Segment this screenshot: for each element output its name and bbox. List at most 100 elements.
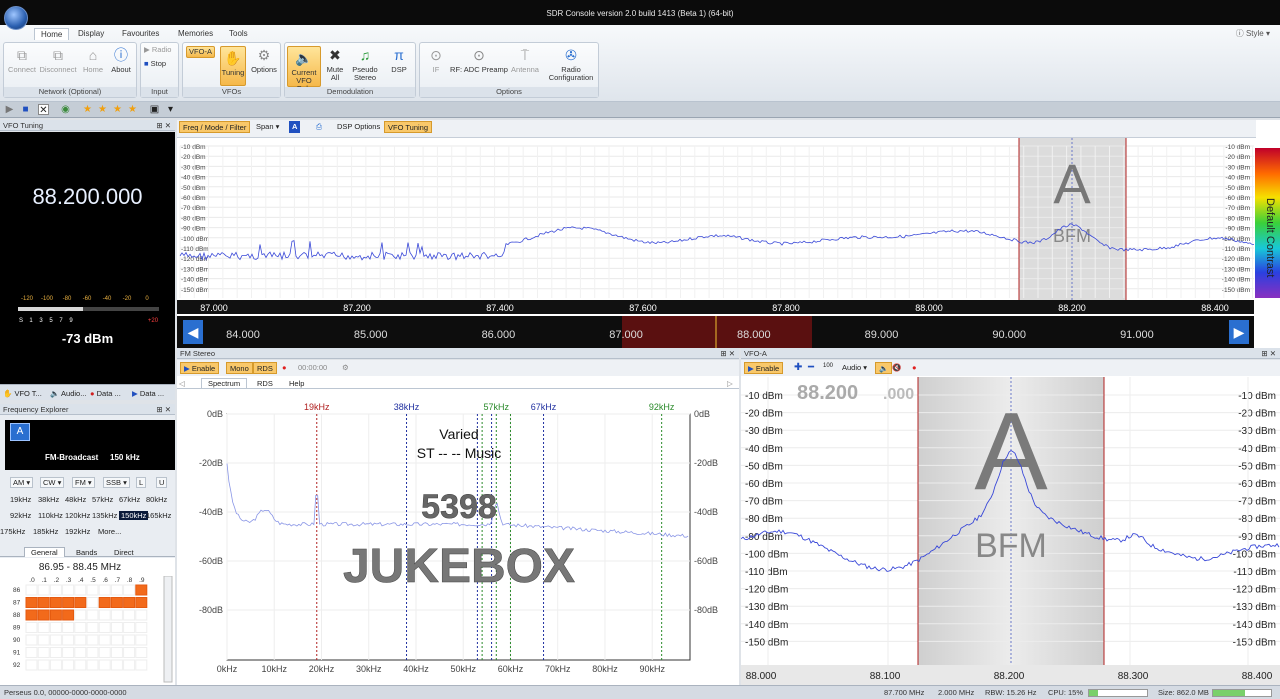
filter-135kHz[interactable]: 135kHz bbox=[92, 511, 117, 520]
mode-button-cw[interactable]: CW ▾ bbox=[40, 477, 65, 488]
filter-150kHz[interactable]: 150kHz bbox=[119, 511, 149, 520]
mute-icon[interactable]: 🔇 bbox=[889, 362, 904, 374]
tab-home[interactable]: Home bbox=[34, 28, 70, 40]
tab-spectrum[interactable]: Spectrum bbox=[201, 378, 248, 388]
tab-bands[interactable]: Bands bbox=[76, 548, 97, 557]
grid-cell bbox=[74, 622, 87, 633]
style-menu[interactable]: ⓘ Style ▾ bbox=[1236, 28, 1270, 39]
mpx-spectrum[interactable]: 0dB 0dB -20dB -20dB -40dB -40dB -60dB -60dB -80d… bbox=[177, 390, 739, 685]
home-button[interactable]: ⌂ Home bbox=[81, 46, 105, 74]
pin-close-icon[interactable]: ⊞ ✕ bbox=[156, 121, 171, 130]
rds-button[interactable]: RDS bbox=[253, 362, 277, 374]
vfo-frequency[interactable]: 88.200.000 bbox=[0, 184, 175, 210]
tab-display[interactable]: Display bbox=[72, 28, 110, 40]
tab-tools[interactable]: Tools bbox=[223, 28, 254, 40]
vfoa-enable-button[interactable]: ▶ Enable bbox=[744, 362, 784, 374]
settings-icon[interactable]: ⚙ bbox=[339, 362, 352, 374]
close-icon[interactable]: ✕ bbox=[38, 104, 49, 116]
filter-185kHz[interactable]: 185kHz bbox=[33, 527, 58, 536]
tab-direct[interactable]: Direct bbox=[114, 548, 134, 557]
vfo-tuning-button[interactable]: VFO Tuning bbox=[384, 121, 433, 133]
span-button[interactable]: Span ▾ bbox=[253, 121, 282, 133]
vfoa-spectrum[interactable]: -10 dBm -10 dBm -20 dBm -20 dBm -30 dBm -30 d… bbox=[741, 377, 1280, 685]
filter-More[interactable]: More... bbox=[98, 527, 121, 536]
filter-165kHz[interactable]: 165kHz bbox=[146, 511, 171, 520]
vfo-mode: BFM bbox=[1053, 226, 1091, 246]
vfo-options-button[interactable]: ⚙ Options bbox=[249, 46, 279, 74]
stop-button[interactable]: ■ Stop bbox=[144, 60, 178, 68]
auto-scale-icon[interactable]: A bbox=[289, 121, 301, 133]
mode-button-ssb[interactable]: SSB ▾ bbox=[103, 477, 130, 488]
record-icon[interactable]: ● bbox=[279, 362, 290, 374]
dsp-button[interactable]: π DSP bbox=[385, 46, 413, 74]
band-occupancy-grid[interactable]: .0 .1 .2 .3 .4 .5 .6 .7 .8 .9 86 87 88 89 90 91 92 bbox=[0, 576, 175, 684]
pin-close-icon[interactable]: ⊞ ✕ bbox=[1261, 349, 1276, 358]
mode-button-l[interactable]: L bbox=[136, 477, 147, 488]
tab-vfo-tuning[interactable]: ✋ VFO T... bbox=[3, 389, 42, 398]
mono-button[interactable]: Mono bbox=[226, 362, 253, 374]
filter-110kHz[interactable]: 110kHz bbox=[38, 511, 63, 520]
radio-config-button[interactable]: ✇ Radio Configuration bbox=[544, 46, 598, 82]
pin-close-icon[interactable]: ⊞ ✕ bbox=[156, 405, 171, 414]
grid-cell bbox=[62, 634, 75, 646]
tab-data-2[interactable]: ▶ Data ... bbox=[132, 389, 164, 398]
star-icon[interactable]: ★ bbox=[112, 104, 123, 115]
star-icon[interactable]: ★ bbox=[127, 104, 138, 115]
star-icon[interactable]: ★ bbox=[97, 104, 108, 115]
star-icon[interactable]: ★ bbox=[82, 104, 93, 115]
pin-close-icon[interactable]: ⊞ ✕ bbox=[720, 349, 735, 358]
filter-92kHz[interactable]: 92kHz bbox=[10, 511, 31, 520]
app-menu-orb[interactable] bbox=[4, 6, 28, 30]
filter-19kHz[interactable]: 19kHz bbox=[10, 495, 31, 504]
antenna-button[interactable]: ⍑ Antenna bbox=[508, 46, 542, 74]
filter-38kHz[interactable]: 38kHz bbox=[38, 495, 59, 504]
print-icon[interactable]: ⎙ bbox=[313, 121, 325, 133]
filter-57kHz[interactable]: 57kHz bbox=[92, 495, 113, 504]
chevron-left-icon[interactable]: ◁ bbox=[179, 379, 185, 388]
connect-button[interactable]: ⧉ Connect bbox=[7, 46, 37, 74]
grid-cell bbox=[98, 622, 111, 633]
zoom-out-icon[interactable]: ━ bbox=[805, 361, 817, 373]
current-vfo-button[interactable]: 🔈Current VFO Only bbox=[287, 46, 321, 93]
zoom-in-icon[interactable]: ✚ bbox=[791, 361, 805, 373]
tab-rds[interactable]: RDS bbox=[257, 379, 273, 388]
tab-data-1[interactable]: ● Data ... bbox=[90, 389, 121, 398]
filter-48kHz[interactable]: 48kHz bbox=[65, 495, 86, 504]
radio-button[interactable]: ▶ Radio bbox=[144, 46, 178, 54]
filter-67kHz[interactable]: 67kHz bbox=[119, 495, 140, 504]
record-icon[interactable]: ◉ bbox=[60, 104, 71, 115]
camera-icon[interactable]: ▣ bbox=[149, 104, 160, 115]
chevron-right-icon[interactable]: ▷ bbox=[727, 379, 733, 388]
chevron-down-icon[interactable]: ▾ bbox=[165, 104, 176, 115]
stop-icon[interactable]: ■ bbox=[20, 104, 31, 115]
tab-audio[interactable]: 🔈 Audio... bbox=[50, 389, 86, 398]
mute-all-button[interactable]: ✖ Mute All bbox=[323, 46, 347, 82]
tab-help[interactable]: Help bbox=[289, 379, 304, 388]
play-icon[interactable]: ▶ bbox=[4, 104, 15, 115]
rf-preamp-button[interactable]: ⊙ RF: ADC Preamp bbox=[450, 46, 508, 74]
tab-favourites[interactable]: Favourites bbox=[116, 28, 165, 40]
tab-general[interactable]: General bbox=[24, 547, 65, 557]
dsp-options-button[interactable]: DSP Options bbox=[334, 121, 383, 133]
record-icon[interactable]: ● bbox=[909, 362, 920, 374]
filter-175kHz[interactable]: 175kHz bbox=[0, 527, 25, 536]
pseudo-stereo-button[interactable]: ♫ Pseudo Stereo bbox=[349, 46, 381, 82]
disconnect-button[interactable]: ⧉ Disconnect bbox=[39, 46, 77, 74]
about-button[interactable]: ⓘ About bbox=[108, 46, 134, 74]
vfo-a-button[interactable]: VFO-A bbox=[186, 46, 215, 58]
mode-button-am[interactable]: AM ▾ bbox=[10, 477, 34, 488]
audio-menu[interactable]: Audio ▾ bbox=[839, 362, 870, 374]
if-button[interactable]: ⊙ IF bbox=[424, 46, 448, 74]
filter-192kHz[interactable]: 192kHz bbox=[65, 527, 90, 536]
fm-enable-button[interactable]: ▶ Enable bbox=[180, 362, 220, 374]
filter-80kHz[interactable]: 80kHz bbox=[146, 495, 167, 504]
tuning-button[interactable]: ✋ Tuning bbox=[220, 46, 246, 86]
spectrum-display[interactable]: -10 dBm -10 dBm-20 dBm -20 dBm-30 dBm -30 d… bbox=[177, 138, 1280, 348]
freq-mode-filter-button[interactable]: Freq / Mode / Filter bbox=[179, 121, 251, 133]
marker-label: 67kHz bbox=[531, 402, 557, 412]
mode-button-u[interactable]: U bbox=[156, 477, 168, 488]
filter-120kHz[interactable]: 120kHz bbox=[65, 511, 90, 520]
mode-button-fm[interactable]: FM ▾ bbox=[72, 477, 95, 488]
tab-memories[interactable]: Memories bbox=[172, 28, 219, 40]
zoom-level[interactable]: 100 bbox=[820, 362, 836, 374]
